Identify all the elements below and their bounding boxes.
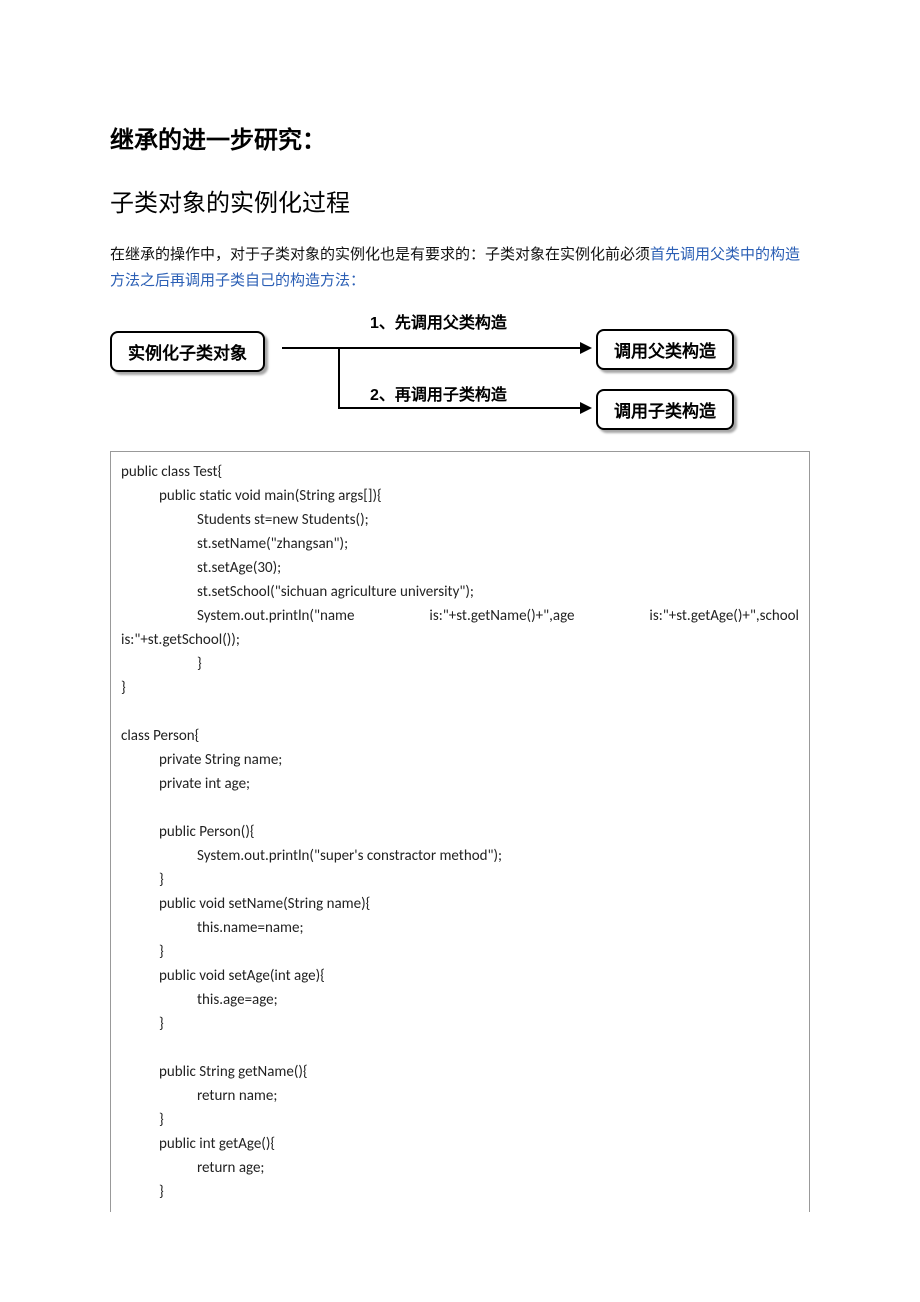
code-line: this.name=name; (121, 916, 799, 940)
intro-text-plain: 在继承的操作中，对于子类对象的实例化也是有要求的：子类对象在实例化前必须 (110, 246, 650, 263)
code-line: return name; (121, 1084, 799, 1108)
diagram-box-parent: 调用父类构造 (596, 329, 734, 370)
diagram-label-1: 1、先调用父类构造 (370, 309, 507, 333)
code-line: st.setAge(30); (121, 556, 799, 580)
code-blank-line (121, 700, 799, 724)
code-line: class Person{ (121, 724, 799, 748)
code-line: public class Test{ (121, 460, 799, 484)
code-line: public String getName(){ (121, 1060, 799, 1084)
diagram-line-h2 (338, 407, 580, 409)
code-line: private String name; (121, 748, 799, 772)
page-title: 继承的进一步研究： (110, 120, 810, 155)
code-line: } (121, 1108, 799, 1132)
intro-text-tail: ： (350, 272, 365, 289)
code-line: } (121, 1180, 799, 1204)
diagram-box-source: 实例化子类对象 (110, 331, 265, 372)
code-line: } (121, 1012, 799, 1036)
diagram-line-v (338, 347, 340, 409)
code-blank-line (121, 796, 799, 820)
code-line: private int age; (121, 772, 799, 796)
diagram-line-h1 (282, 347, 580, 349)
code-line: public static void main(String args[]){ (121, 484, 799, 508)
code-block: public class Test{ public static void ma… (110, 451, 810, 1212)
code-line: is:"+st.getSchool()); (121, 628, 799, 652)
arrow-icon (580, 342, 592, 354)
section-heading: 子类对象的实例化过程 (110, 183, 810, 218)
code-line: } (121, 652, 799, 676)
code-line: public void setName(String name){ (121, 892, 799, 916)
code-line: public void setAge(int age){ (121, 964, 799, 988)
arrow-icon (580, 402, 592, 414)
diagram-box-child: 调用子类构造 (596, 389, 734, 430)
flow-diagram: 实例化子类对象 1、先调用父类构造 调用父类构造 2、再调用子类构造 调用子类构… (110, 307, 810, 437)
diagram-label-2: 2、再调用子类构造 (370, 381, 507, 405)
code-line: } (121, 676, 799, 700)
code-line: st.setSchool("sichuan agriculture univer… (121, 580, 799, 604)
code-line: st.setName("zhangsan"); (121, 532, 799, 556)
code-fragment: is:"+st.getName()+",age (429, 604, 574, 628)
code-line: public int getAge(){ (121, 1132, 799, 1156)
code-line: this.age=age; (121, 988, 799, 1012)
intro-paragraph: 在继承的操作中，对于子类对象的实例化也是有要求的：子类对象在实例化前必须首先调用… (110, 242, 810, 293)
code-line: } (121, 868, 799, 892)
code-blank-line (121, 1036, 799, 1060)
code-fragment: System.out.println("name (197, 604, 354, 628)
code-line: return age; (121, 1156, 799, 1180)
code-line: Students st=new Students(); (121, 508, 799, 532)
code-line: System.out.println("name is:"+st.getName… (121, 604, 799, 628)
code-line: System.out.println("super's constractor … (121, 844, 799, 868)
code-fragment: is:"+st.getAge()+",school (649, 604, 799, 628)
code-line: } (121, 940, 799, 964)
code-line: public Person(){ (121, 820, 799, 844)
